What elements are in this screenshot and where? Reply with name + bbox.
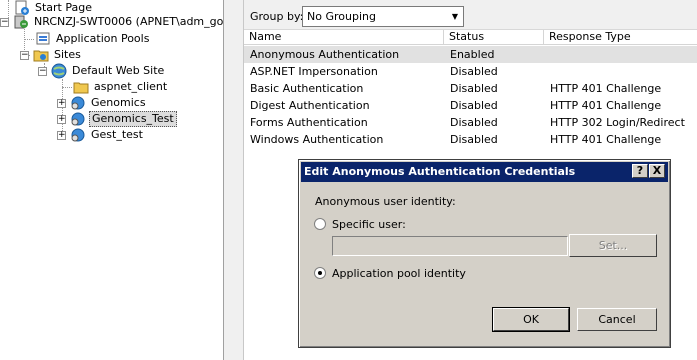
collapse-icon[interactable]: −	[20, 50, 29, 60]
row-status: Disabled	[450, 133, 498, 146]
globe-icon	[51, 63, 67, 79]
tree-item-application-pools[interactable]: Application Pools	[35, 31, 151, 47]
column-header-name[interactable]: Name	[244, 30, 444, 45]
tree-item-gest-test[interactable]: + Gest_test	[57, 127, 145, 143]
app-pool-identity-radio[interactable]	[314, 267, 326, 279]
row-status: Disabled	[450, 99, 498, 112]
row-status: Disabled	[450, 65, 498, 78]
row-response-type: HTTP 401 Challenge	[550, 82, 662, 95]
identity-label: Anonymous user identity:	[315, 195, 456, 208]
row-name: Forms Authentication	[250, 116, 368, 129]
list-row[interactable]: Digest Authentication Disabled HTTP 401 …	[244, 97, 697, 114]
group-by-dropdown[interactable]: No Grouping ▼	[302, 6, 464, 27]
list-column-headers: Name Status Response Type	[244, 30, 697, 45]
expand-icon[interactable]: +	[57, 130, 66, 140]
list-row[interactable]: ASP.NET Impersonation Disabled	[244, 63, 697, 80]
web-application-icon	[70, 95, 86, 111]
collapse-icon[interactable]: −	[0, 17, 9, 27]
list-row[interactable]: Anonymous Authentication Enabled	[244, 46, 697, 63]
application-pools-icon	[35, 31, 51, 47]
specific-user-field[interactable]	[332, 236, 568, 256]
tree-line	[24, 39, 34, 40]
tree-item-sites[interactable]: − Sites	[20, 47, 83, 63]
row-status: Disabled	[450, 82, 498, 95]
group-by-value: No Grouping	[307, 10, 376, 23]
list-row[interactable]: Basic Authentication Disabled HTTP 401 C…	[244, 80, 697, 97]
dropdown-arrow-icon[interactable]: ▼	[447, 7, 463, 26]
group-by-bar: Group by: No Grouping ▼	[244, 0, 697, 30]
column-header-status[interactable]: Status	[444, 30, 544, 45]
row-status: Enabled	[450, 48, 495, 61]
expand-icon[interactable]: +	[57, 114, 66, 124]
tree-item-aspnet-client[interactable]: aspnet_client	[73, 79, 169, 95]
row-name: Anonymous Authentication	[250, 48, 400, 61]
edit-anonymous-credentials-dialog: Edit Anonymous Authentication Credential…	[298, 159, 671, 348]
set-button[interactable]: Set...	[569, 234, 657, 257]
web-application-icon	[70, 111, 86, 127]
row-response-type: HTTP 401 Challenge	[550, 133, 662, 146]
list-row[interactable]: Windows Authentication Disabled HTTP 401…	[244, 131, 697, 148]
list-row[interactable]: Forms Authentication Disabled HTTP 302 L…	[244, 114, 697, 131]
row-name: Digest Authentication	[250, 99, 370, 112]
close-icon[interactable]: X	[649, 164, 665, 178]
dialog-title-bar[interactable]: Edit Anonymous Authentication Credential…	[301, 162, 668, 182]
pane-splitter[interactable]	[224, 0, 244, 360]
collapse-icon[interactable]: −	[38, 66, 47, 76]
tree-item-genomics-test[interactable]: + Genomics_Test	[57, 111, 177, 127]
help-icon[interactable]: ?	[632, 164, 648, 178]
server-icon	[13, 14, 29, 30]
tree-line	[62, 87, 72, 88]
tree-item-server[interactable]: − NRCNZJ-SWT0006 (APNET\adm_gouxi2	[0, 14, 223, 30]
column-header-response-type[interactable]: Response Type	[544, 30, 697, 45]
tree-item-genomics[interactable]: + Genomics	[57, 95, 148, 111]
connections-tree: Start Page − NRCNZJ-SWT0006 (APNET\adm_g…	[0, 0, 224, 360]
row-name: Basic Authentication	[250, 82, 364, 95]
tree-item-default-web-site[interactable]: − Default Web Site	[38, 63, 166, 79]
specific-user-label[interactable]: Specific user:	[332, 218, 406, 231]
sites-folder-icon	[33, 47, 49, 63]
app-pool-identity-label[interactable]: Application pool identity	[332, 267, 466, 280]
row-name: Windows Authentication	[250, 133, 384, 146]
row-status: Disabled	[450, 116, 498, 129]
dialog-title: Edit Anonymous Authentication Credential…	[304, 165, 576, 178]
row-response-type: HTTP 401 Challenge	[550, 99, 662, 112]
row-response-type: HTTP 302 Login/Redirect	[550, 116, 685, 129]
folder-icon	[73, 79, 89, 95]
group-by-label: Group by:	[250, 10, 304, 23]
row-name: ASP.NET Impersonation	[250, 65, 378, 78]
web-application-icon	[70, 127, 86, 143]
cancel-button[interactable]: Cancel	[577, 308, 657, 331]
specific-user-radio[interactable]	[314, 218, 326, 230]
expand-icon[interactable]: +	[57, 98, 66, 108]
ok-button[interactable]: OK	[492, 307, 570, 332]
